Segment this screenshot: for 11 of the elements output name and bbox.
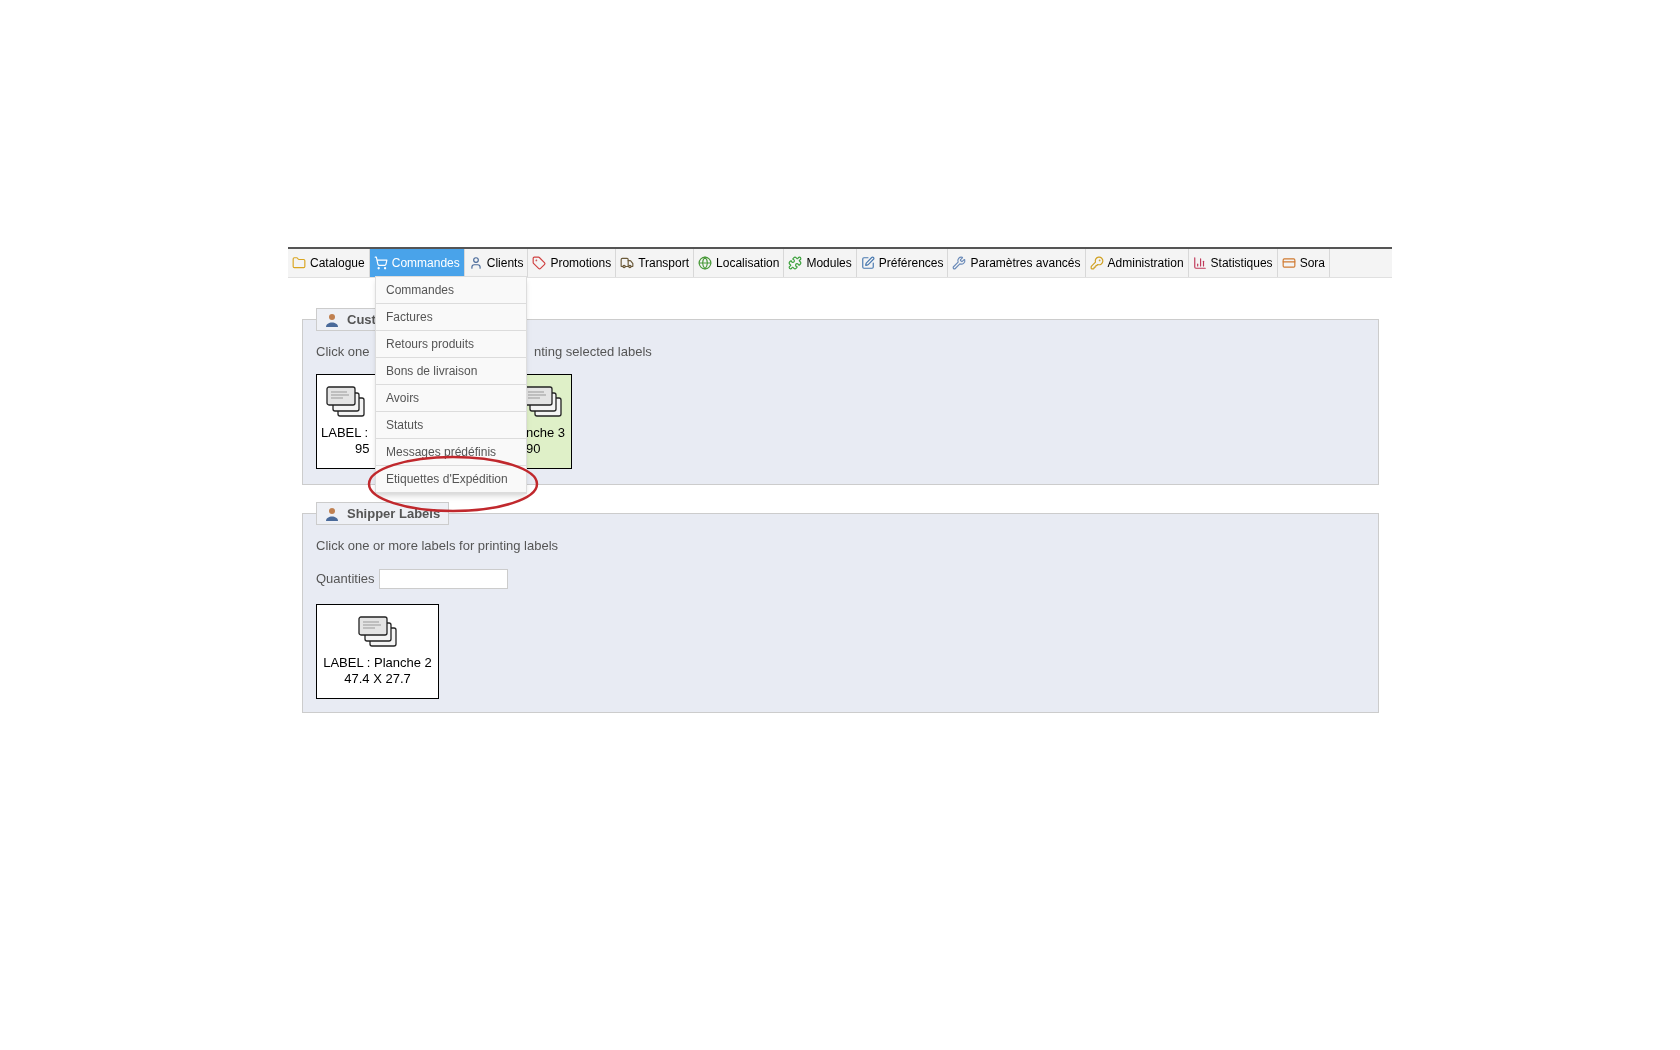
label-size: 95 (355, 441, 370, 457)
label-size: 47.4 X 27.7 (344, 671, 411, 687)
panel-legend: Shipper Labels (316, 502, 450, 525)
label-name: LABEL : Planche 2 (323, 655, 432, 671)
quantities-label: Quantities (316, 570, 375, 589)
instruction-text: Click one (316, 344, 370, 360)
label-name: LABEL : (321, 425, 369, 441)
instruction-text: Click one or more labels for printing labels (316, 537, 559, 556)
instruction-text: nting selected labels (534, 343, 652, 362)
label-size: 90 (526, 441, 542, 457)
label-name: nche 3 (526, 425, 566, 441)
